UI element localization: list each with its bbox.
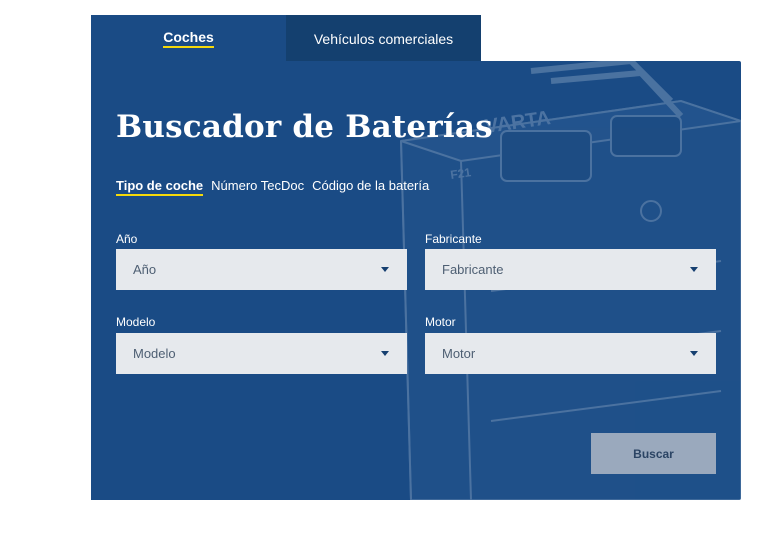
engine-label: Motor: [425, 315, 456, 329]
chevron-down-icon: [690, 267, 698, 272]
tab-cars[interactable]: Coches: [91, 15, 286, 62]
tab-commercial-label: Vehículos comerciales: [313, 30, 454, 47]
chevron-down-icon: [381, 267, 389, 272]
engine-select[interactable]: Motor: [425, 333, 716, 374]
subtab-battery-code[interactable]: Código de la batería: [312, 178, 429, 196]
model-label: Modelo: [116, 315, 156, 329]
chevron-down-icon: [381, 351, 389, 356]
search-panel: VARTA F21 Buscador de Baterías Tipo de c…: [91, 61, 741, 500]
chevron-down-icon: [690, 351, 698, 356]
tab-cars-label: Coches: [163, 29, 214, 48]
battery-code: F21: [449, 165, 472, 182]
battery-finder-widget: Coches Vehículos comerciales VARTA F21 B…: [0, 0, 763, 547]
page-title: Buscador de Baterías: [116, 109, 493, 145]
manufacturer-select-value: Fabricante: [442, 262, 504, 277]
engine-select-value: Motor: [442, 346, 476, 361]
subtab-car-type[interactable]: Tipo de coche: [116, 178, 204, 196]
manufacturer-select[interactable]: Fabricante: [425, 249, 716, 290]
year-label: Año: [116, 232, 138, 246]
year-select-value: Año: [133, 262, 157, 277]
model-select[interactable]: Modelo: [116, 333, 407, 374]
search-mode-tabs: Tipo de coche Número TecDoc Código de la…: [116, 178, 429, 196]
subtab-tecdoc-number[interactable]: Número TecDoc: [211, 178, 304, 196]
model-select-value: Modelo: [133, 346, 176, 361]
year-select[interactable]: Año: [116, 249, 407, 290]
search-button[interactable]: Buscar: [591, 433, 716, 474]
vehicle-tabs: Coches Vehículos comerciales: [91, 15, 481, 62]
tab-commercial-vehicles[interactable]: Vehículos comerciales: [286, 15, 481, 62]
manufacturer-label: Fabricante: [425, 232, 482, 246]
